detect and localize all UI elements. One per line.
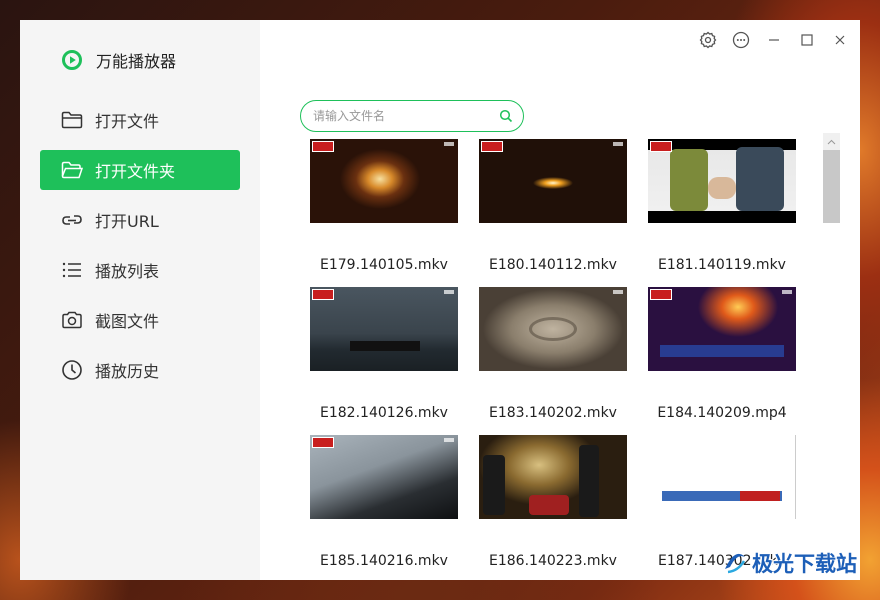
video-thumbnail bbox=[310, 435, 458, 519]
list-icon bbox=[62, 262, 81, 278]
video-thumbnail bbox=[310, 139, 458, 223]
more-button[interactable] bbox=[728, 29, 753, 51]
broadcaster-mark bbox=[613, 142, 623, 146]
maximize-button[interactable] bbox=[794, 29, 819, 51]
app-window: 万能播放器 打开文件 打开文件夹 打开URL 播放列表 截图文件 播放历史 请输… bbox=[20, 20, 860, 580]
watermark-text: 极光下载站 bbox=[752, 552, 857, 576]
thumbnail-figure bbox=[579, 445, 599, 517]
minimize-icon bbox=[768, 39, 779, 41]
site-watermark: 极光下载站 bbox=[722, 548, 857, 578]
maximize-icon bbox=[800, 34, 813, 46]
file-card[interactable]: E186.140223.mkv bbox=[479, 435, 627, 580]
gear-icon bbox=[699, 31, 716, 49]
video-thumbnail bbox=[648, 435, 796, 519]
scrollbar-thumb[interactable] bbox=[823, 150, 840, 223]
search-box bbox=[300, 100, 524, 132]
vertical-scrollbar[interactable] bbox=[823, 133, 840, 223]
sidebar-item-open-url[interactable]: 打开URL bbox=[40, 200, 240, 240]
folder-icon bbox=[61, 111, 83, 129]
sidebar-item-open-file[interactable]: 打开文件 bbox=[40, 100, 240, 140]
channel-logo bbox=[481, 141, 503, 152]
sidebar-item-label: 截图文件 bbox=[95, 312, 160, 331]
thumbnail-drums bbox=[529, 495, 569, 515]
camera-icon bbox=[62, 311, 82, 329]
file-card[interactable]: E182.140126.mkv bbox=[310, 287, 458, 435]
sidebar-item-label: 打开文件 bbox=[95, 112, 160, 131]
search-input[interactable] bbox=[313, 109, 499, 123]
sidebar-nav: 打开文件 打开文件夹 打开URL 播放列表 截图文件 播放历史 bbox=[40, 100, 240, 400]
folder-open-icon bbox=[61, 161, 83, 179]
app-brand: 万能播放器 bbox=[62, 48, 176, 72]
broadcaster-mark bbox=[444, 142, 454, 146]
link-icon bbox=[62, 215, 82, 225]
window-controls bbox=[695, 29, 852, 51]
thumbnail-figure bbox=[483, 455, 505, 515]
settings-button[interactable] bbox=[695, 29, 720, 51]
scroll-up-button[interactable] bbox=[823, 133, 840, 150]
more-icon bbox=[732, 31, 749, 49]
file-card[interactable]: E181.140119.mkv bbox=[648, 139, 796, 287]
video-thumbnail bbox=[310, 287, 458, 371]
thumbnail-figure bbox=[670, 149, 708, 211]
broadcaster-mark bbox=[444, 290, 454, 294]
file-name: E180.140112.mkv bbox=[489, 257, 617, 273]
search-icon[interactable] bbox=[499, 109, 513, 123]
file-card[interactable]: E183.140202.mkv bbox=[479, 287, 627, 435]
clock-icon bbox=[62, 360, 82, 380]
file-name: E183.140202.mkv bbox=[489, 405, 617, 421]
sidebar-item-history[interactable]: 播放历史 bbox=[40, 350, 240, 390]
sidebar-item-open-folder[interactable]: 打开文件夹 bbox=[40, 150, 240, 190]
channel-logo bbox=[312, 141, 334, 152]
file-card[interactable]: E184.140209.mp4 bbox=[648, 287, 796, 435]
file-name: E181.140119.mkv bbox=[658, 257, 786, 273]
sidebar: 万能播放器 打开文件 打开文件夹 打开URL 播放列表 截图文件 播放历史 bbox=[20, 20, 260, 580]
watermark-logo-icon bbox=[725, 553, 746, 574]
broadcaster-mark bbox=[444, 438, 454, 442]
broadcaster-mark bbox=[782, 290, 792, 294]
file-card[interactable]: E185.140216.mkv bbox=[310, 435, 458, 580]
arrow-up-icon bbox=[827, 139, 836, 144]
app-logo-icon bbox=[62, 50, 82, 70]
video-thumbnail bbox=[648, 139, 796, 223]
channel-logo bbox=[312, 437, 334, 448]
thumbnail-figure bbox=[736, 147, 784, 211]
channel-logo bbox=[650, 289, 672, 300]
thumbnail-title-art bbox=[740, 491, 780, 501]
file-name: E184.140209.mp4 bbox=[657, 405, 787, 421]
file-card[interactable]: E180.140112.mkv bbox=[479, 139, 627, 287]
thumbnail-ship bbox=[350, 341, 420, 351]
thumbnail-title-art bbox=[529, 317, 577, 341]
app-title: 万能播放器 bbox=[96, 52, 177, 71]
thumbnail-hands bbox=[708, 177, 736, 199]
channel-logo bbox=[650, 141, 672, 152]
video-thumbnail bbox=[479, 287, 627, 371]
close-icon bbox=[835, 35, 844, 45]
sidebar-item-playlist[interactable]: 播放列表 bbox=[40, 250, 240, 290]
file-name: E179.140105.mkv bbox=[320, 257, 448, 273]
minimize-button[interactable] bbox=[761, 29, 786, 51]
video-thumbnail bbox=[648, 287, 796, 371]
sidebar-item-label: 播放列表 bbox=[95, 262, 160, 281]
file-name: E186.140223.mkv bbox=[489, 553, 617, 569]
sidebar-item-label: 打开文件夹 bbox=[95, 162, 176, 181]
video-thumbnail bbox=[479, 139, 627, 223]
thumbnail-caption-bar bbox=[660, 345, 784, 357]
main-panel: E179.140105.mkv E180.140112.mkv E181.140… bbox=[260, 20, 860, 580]
broadcaster-mark bbox=[613, 290, 623, 294]
channel-logo bbox=[312, 289, 334, 300]
file-name: E185.140216.mkv bbox=[320, 553, 448, 569]
sidebar-item-screenshots[interactable]: 截图文件 bbox=[40, 300, 240, 340]
sidebar-item-label: 打开URL bbox=[95, 212, 159, 231]
file-card[interactable]: E179.140105.mkv bbox=[310, 139, 458, 287]
video-thumbnail bbox=[479, 435, 627, 519]
file-name: E182.140126.mkv bbox=[320, 405, 448, 421]
close-button[interactable] bbox=[827, 29, 852, 51]
sidebar-item-label: 播放历史 bbox=[95, 362, 160, 381]
